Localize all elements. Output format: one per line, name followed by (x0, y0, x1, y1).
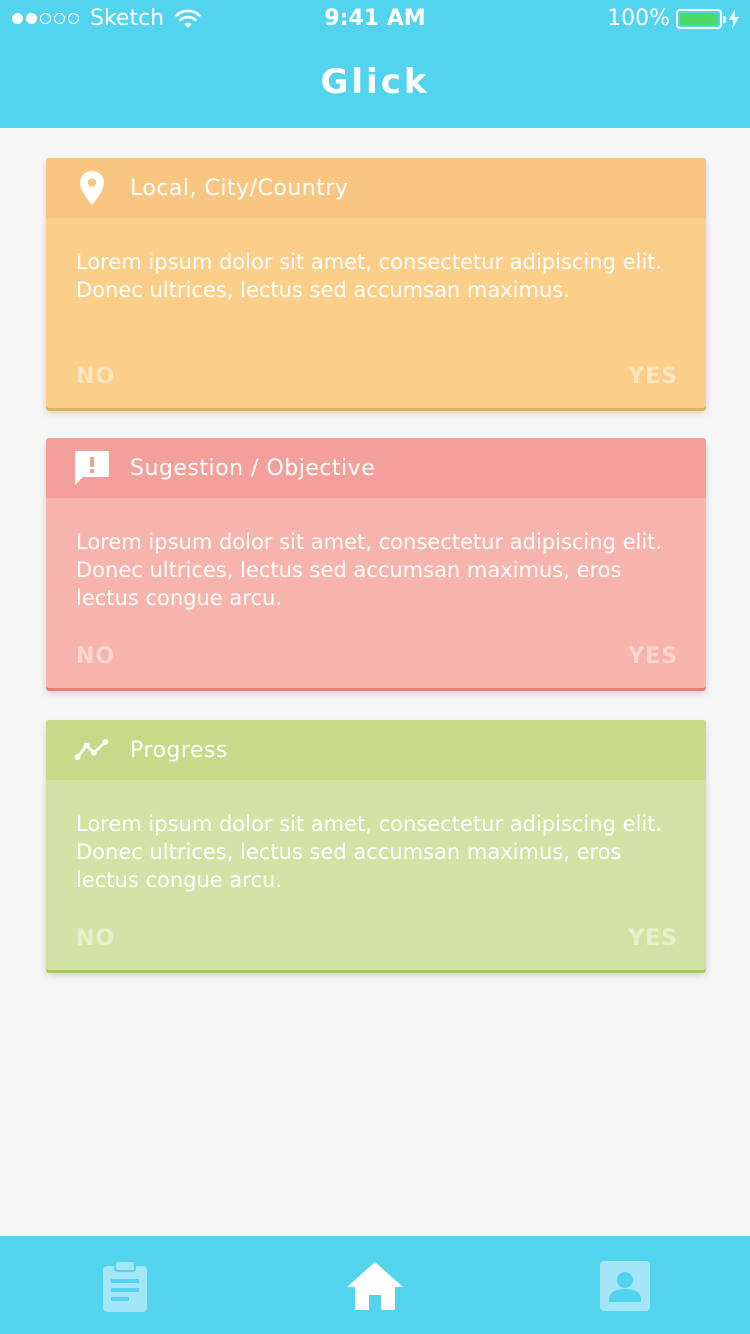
card-text: Lorem ipsum dolor sit amet, consectetur … (76, 250, 663, 302)
card-body: Lorem ipsum dolor sit amet, consectetur … (46, 780, 706, 970)
yes-button[interactable]: YES (628, 364, 678, 389)
battery-level (680, 12, 718, 25)
card-header: Local, City/Country (46, 158, 706, 218)
no-button[interactable]: NO (76, 926, 115, 951)
status-bar: Sketch 9:41 AM 100% (0, 0, 750, 40)
card-text: Lorem ipsum dolor sit amet, consectetur … (76, 530, 663, 610)
card-title: Sugestion / Objective (130, 455, 376, 481)
app-title: Glick (320, 62, 430, 102)
no-button[interactable]: NO (76, 364, 115, 389)
status-right: 100% (607, 6, 740, 31)
tab-home[interactable] (345, 1260, 405, 1312)
battery-tip (723, 15, 726, 23)
tab-clipboard[interactable] (99, 1260, 151, 1312)
card-body: Lorem ipsum dolor sit amet, consectetur … (46, 498, 706, 688)
battery-percent: 100% (607, 6, 670, 31)
feedback-icon (74, 450, 110, 486)
card-text: Lorem ipsum dolor sit amet, consectetur … (76, 812, 663, 892)
yes-button[interactable]: YES (628, 644, 678, 669)
trend-line-icon (74, 732, 110, 768)
suggestion-card: Sugestion / Objective Lorem ipsum dolor … (46, 438, 706, 688)
tab-contact[interactable] (599, 1260, 651, 1312)
card-title: Progress (130, 737, 228, 763)
top-bar: Sketch 9:41 AM 100% Glick (0, 0, 750, 128)
contact-icon (600, 1261, 650, 1311)
charging-bolt-icon (729, 8, 739, 29)
battery-icon (676, 8, 726, 29)
home-icon (347, 1262, 403, 1310)
no-button[interactable]: NO (76, 644, 115, 669)
yes-button[interactable]: YES (628, 926, 678, 951)
location-card: Local, City/Country Lorem ipsum dolor si… (46, 158, 706, 408)
card-title: Local, City/Country (130, 175, 349, 201)
progress-card: Progress Lorem ipsum dolor sit amet, con… (46, 720, 706, 970)
card-header: Progress (46, 720, 706, 780)
location-pin-icon (74, 170, 110, 206)
clipboard-icon (103, 1260, 147, 1312)
card-header: Sugestion / Objective (46, 438, 706, 498)
card-body: Lorem ipsum dolor sit amet, consectetur … (46, 218, 706, 408)
bottom-tab-bar (0, 1236, 750, 1334)
